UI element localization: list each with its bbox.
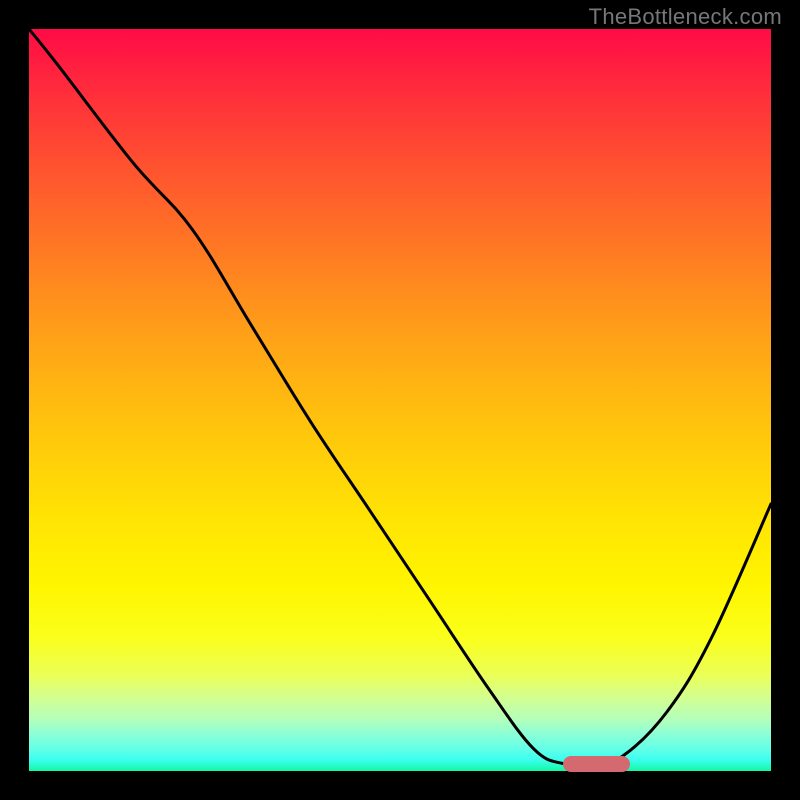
- curve-path: [29, 29, 771, 765]
- bottleneck-curve: [29, 29, 771, 771]
- chart-frame: TheBottleneck.com: [0, 0, 800, 800]
- watermark-text: TheBottleneck.com: [589, 4, 782, 30]
- optimum-marker: [563, 756, 630, 772]
